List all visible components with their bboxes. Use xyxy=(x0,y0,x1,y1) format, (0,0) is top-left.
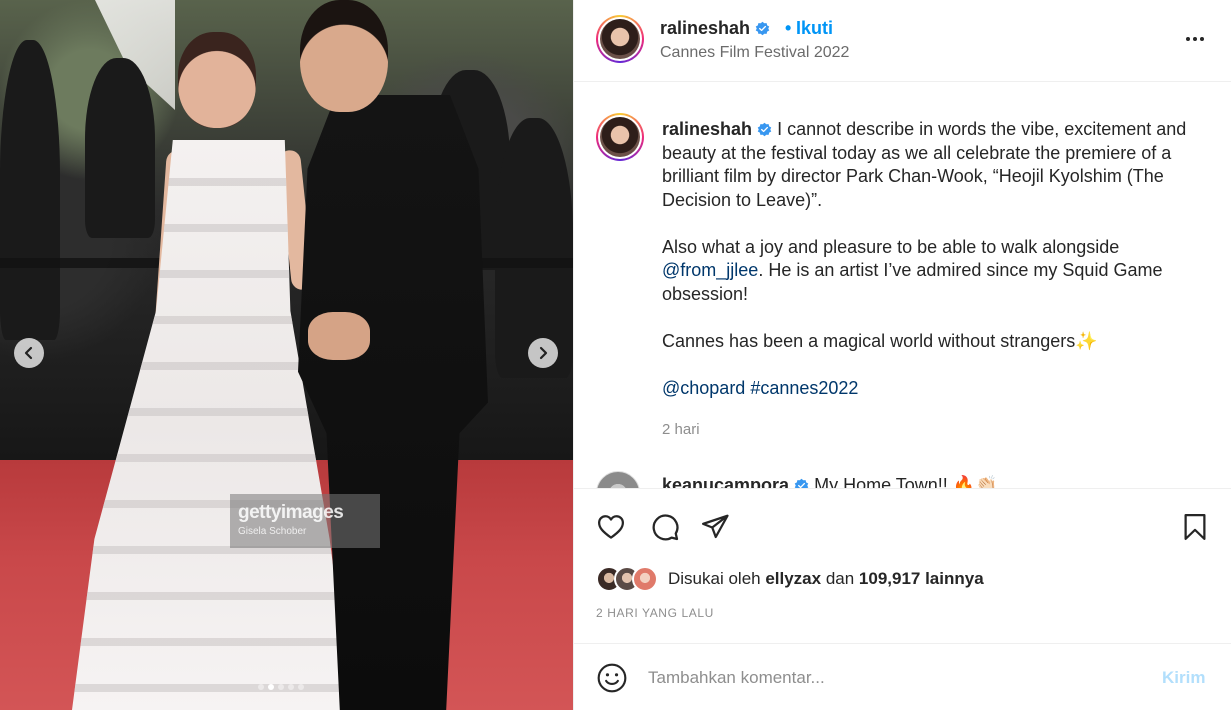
mention-link[interactable]: @chopard xyxy=(662,378,745,398)
add-comment-bar: Kirim xyxy=(574,643,1231,710)
comment-icon xyxy=(652,514,679,541)
carousel-dot xyxy=(288,684,294,690)
caption-text-2-prefix: Also what a joy and pleasure to be able … xyxy=(662,236,1120,257)
post-media[interactable]: gettyimages Gisela Schober xyxy=(0,0,573,710)
photo-photographer xyxy=(495,118,573,378)
carousel-dots xyxy=(258,684,304,690)
post-comment-button[interactable]: Kirim xyxy=(1162,668,1205,688)
author-avatar[interactable] xyxy=(596,15,644,63)
photo-hand xyxy=(308,312,370,360)
verified-icon xyxy=(794,478,809,488)
watermark-logo: gettyimages xyxy=(238,502,344,523)
verified-icon xyxy=(757,122,772,137)
caption-username[interactable]: ralineshah xyxy=(662,119,752,139)
photo-man-head xyxy=(300,0,388,112)
action-bar xyxy=(574,506,1231,546)
getty-watermark: gettyimages Gisela Schober xyxy=(230,494,380,548)
hashtag-link[interactable]: #cannes2022 xyxy=(750,378,858,398)
chevron-right-icon xyxy=(539,346,548,360)
likes-middle: dan xyxy=(821,569,859,588)
heart-icon xyxy=(598,515,624,539)
emoji-button[interactable] xyxy=(596,662,628,694)
commenter-username[interactable]: keanucampora xyxy=(662,475,789,488)
more-options-button[interactable] xyxy=(1182,26,1208,52)
post-header: ralineshah • Ikuti Cannes Film Festival … xyxy=(574,0,1231,82)
like-button[interactable] xyxy=(594,510,628,544)
author-username: ralineshah xyxy=(660,18,751,38)
likes-prefix: Disukai oleh xyxy=(668,569,766,588)
carousel-dot xyxy=(278,684,284,690)
carousel-dot-active xyxy=(268,684,274,690)
photo-photographer xyxy=(85,58,155,238)
post-date[interactable]: 2 HARI YANG LALU xyxy=(596,606,714,620)
caption-text-3: Cannes has been a magical world without … xyxy=(662,330,1098,351)
liker-avatar xyxy=(632,566,658,592)
comment-button[interactable] xyxy=(648,510,682,544)
caption: ralineshah I cannot describe in words th… xyxy=(662,118,1202,400)
follow-button[interactable]: Ikuti xyxy=(796,18,833,39)
comment-input[interactable] xyxy=(648,664,1128,692)
carousel-dot xyxy=(258,684,264,690)
comment-item: keanucampora My Home Town!! 🔥👏🏻 xyxy=(662,475,998,489)
more-icon xyxy=(1186,37,1204,41)
header-separator: • xyxy=(785,18,792,38)
location-link[interactable]: Cannes Film Festival 2022 xyxy=(660,44,849,62)
comment-text: My Home Town!! 🔥👏🏻 xyxy=(814,475,998,489)
comments-section[interactable]: ralineshah I cannot describe in words th… xyxy=(574,83,1231,489)
carousel-dot xyxy=(298,684,304,690)
share-icon xyxy=(702,514,729,539)
carousel-next-button[interactable] xyxy=(528,338,558,368)
likes-count[interactable]: 109,917 lainnya xyxy=(859,569,984,588)
likes-text: Disukai oleh ellyzax dan 109,917 lainnya xyxy=(668,569,984,589)
chevron-left-icon xyxy=(24,346,33,360)
avatar-image xyxy=(600,19,640,59)
mention-link[interactable]: @from_jjlee xyxy=(662,260,758,280)
carousel-prev-button[interactable] xyxy=(14,338,44,368)
caption-time[interactable]: 2 hari xyxy=(662,421,700,438)
post-panel: ralineshah • Ikuti Cannes Film Festival … xyxy=(573,0,1231,710)
liker-username[interactable]: ellyzax xyxy=(765,569,821,588)
author-username-link[interactable]: ralineshah xyxy=(660,18,770,39)
verified-icon xyxy=(755,21,770,36)
commenter-avatar[interactable] xyxy=(596,471,640,488)
avatar-image xyxy=(600,117,640,157)
caption-author-avatar[interactable] xyxy=(596,113,644,161)
photo-woman-head xyxy=(178,32,256,128)
bookmark-icon xyxy=(1184,514,1206,540)
photo-photographer xyxy=(0,40,60,340)
watermark-credit: Gisela Schober xyxy=(238,526,307,537)
save-button[interactable] xyxy=(1178,510,1212,544)
emoji-icon xyxy=(597,663,627,693)
share-button[interactable] xyxy=(698,510,732,544)
likes-summary[interactable]: Disukai oleh ellyzax dan 109,917 lainnya xyxy=(596,564,984,594)
